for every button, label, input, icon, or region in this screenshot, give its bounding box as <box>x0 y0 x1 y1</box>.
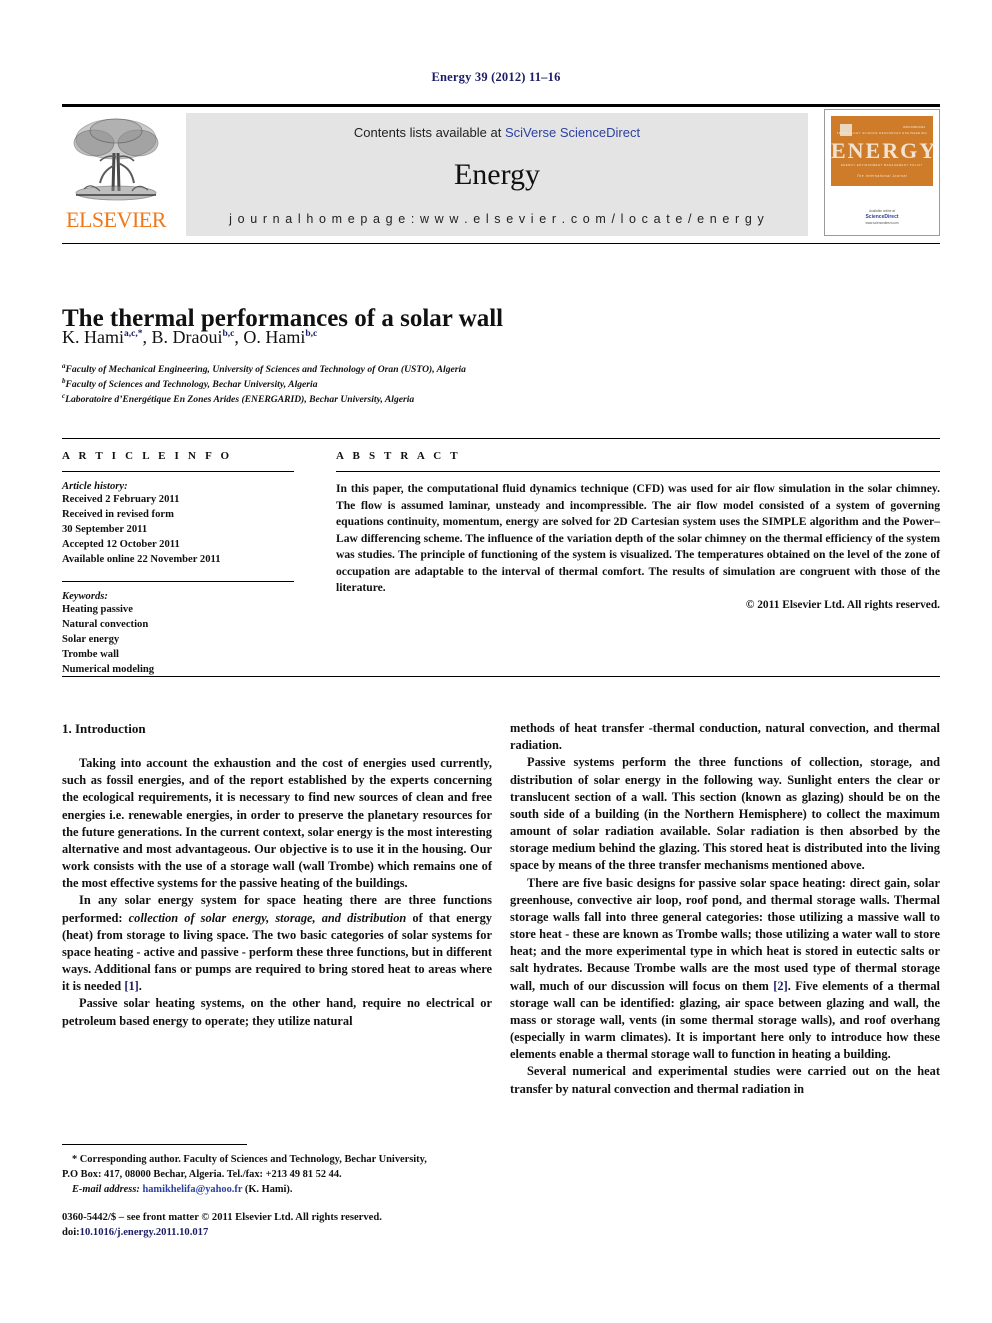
corresponding-author-footnote: * Corresponding author. Faculty of Scien… <box>62 1153 492 1197</box>
journal-homepage[interactable]: j o u r n a l h o m e p a g e : w w w . … <box>186 212 808 226</box>
colophon: 0360-5442/$ – see front matter © 2011 El… <box>62 1210 522 1241</box>
author-affil-marker[interactable]: b,c <box>305 329 317 339</box>
article-history-item: Received in revised form <box>62 509 174 521</box>
journal-title: Energy <box>453 158 541 191</box>
abstract-column: A B S T R A C T In this paper, the compu… <box>336 450 940 611</box>
cover-tagline: The International Journal <box>856 174 908 178</box>
front-matter-line: 0360-5442/$ – see front matter © 2011 El… <box>62 1212 382 1223</box>
cover-sciencedirect-logo: ScienceDirect <box>865 213 899 220</box>
affiliation-text: Faculty of Sciences and Technology, Bech… <box>65 378 318 390</box>
cover-mid-row: ENERGY ENVIRONMENT MANAGEMENT POLICY <box>841 164 923 167</box>
paragraph-emphasis: collection of solar energy, storage, and… <box>128 910 407 925</box>
masthead-top-rule <box>62 104 940 107</box>
journal-cover-thumbnail[interactable]: ISSN 0360-5442 TECHNOLOGY SCIENCE RESOUR… <box>824 109 940 236</box>
doi-link[interactable]: 10.1016/j.energy.2011.10.017 <box>80 1227 209 1238</box>
affiliation-item: cLaboratoire d’Energétique En Zones Arid… <box>62 392 762 407</box>
abstract-heading: A B S T R A C T <box>336 450 461 462</box>
cover-issn: ISSN 0360-5442 <box>902 125 925 129</box>
author-list: K. Hamia,c,*, B. Draouib,c, O. Hamib,c <box>62 327 762 348</box>
doi-line: doi:10.1016/j.energy.2011.10.017 <box>62 1225 522 1240</box>
affiliation-item: bFaculty of Sciences and Technology, Bec… <box>62 377 762 392</box>
article-info-column: A R T I C L E I N F O Article history: R… <box>62 450 294 677</box>
contents-available-line: Contents lists available at SciVerse Sci… <box>186 125 808 140</box>
author-name: O. Hami <box>243 327 306 347</box>
cover-footer: Available online at ScienceDirect www.sc… <box>825 209 939 226</box>
paragraph: There are five basic designs for passive… <box>510 875 940 1064</box>
article-history-label: Article history: <box>62 481 128 492</box>
footnote-line: * Corresponding author. Faculty of Scien… <box>72 1154 427 1165</box>
affiliation-text: Laboratoire d’Energétique En Zones Aride… <box>65 393 415 405</box>
cover-url: www.sciencedirect.com <box>865 221 899 226</box>
article-history-item: Accepted 12 October 2011 <box>62 539 180 551</box>
info-top-rule <box>62 438 940 439</box>
article-history-item: 30 September 2011 <box>62 524 148 536</box>
cover-top-row: TECHNOLOGY SCIENCE RESOURCES ENGINEERING <box>836 132 928 135</box>
author-affil-marker[interactable]: a,c,* <box>124 329 142 339</box>
footnote-email-line: E-mail address: hamikhelifa@yahoo.fr (K.… <box>62 1183 492 1198</box>
email-link[interactable]: hamikhelifa@yahoo.fr <box>142 1184 242 1195</box>
body-column-left: 1. Introduction Taking into account the … <box>62 720 492 1030</box>
cover-orange-band: ISSN 0360-5442 TECHNOLOGY SCIENCE RESOUR… <box>831 116 938 186</box>
journal-masthead: ELSEVIER Contents lists available at Sci… <box>62 104 940 236</box>
elsevier-wordmark: ELSEVIER <box>66 207 166 232</box>
body-column-right: methods of heat transfer -thermal conduc… <box>510 720 940 1098</box>
author-name: K. Hami <box>62 327 124 347</box>
affiliation-item: aFaculty of Mechanical Engineering, Univ… <box>62 362 762 377</box>
paragraph: Taking into account the exhaustion and t… <box>62 756 492 891</box>
affiliation-list: aFaculty of Mechanical Engineering, Univ… <box>62 362 762 406</box>
keyword-item: Heating passive <box>62 604 133 616</box>
keyword-item: Solar energy <box>62 634 120 646</box>
footnote-line: P.O Box: 417, 08000 Bechar, Algeria. Tel… <box>62 1168 342 1180</box>
article-history-item: Available online 22 November 2011 <box>62 554 221 566</box>
elsevier-logo: ELSEVIER <box>62 113 170 236</box>
author-affil-marker[interactable]: b,c <box>222 329 234 339</box>
keyword-item: Trombe wall <box>62 649 119 661</box>
keyword-item: Natural convection <box>62 619 149 631</box>
keywords-rule <box>62 581 294 583</box>
citation-link[interactable]: [2] <box>773 979 787 993</box>
article-info-rule <box>62 471 294 472</box>
cover-title: ENERGY <box>831 138 938 163</box>
sciencedirect-link[interactable]: SciVerse ScienceDirect <box>505 125 640 140</box>
email-label: E-mail address: <box>72 1183 140 1195</box>
paragraph: Passive solar heating systems, on the ot… <box>62 996 492 1028</box>
author-name: B. Draoui <box>151 327 223 347</box>
email-suffix: (K. Hami). <box>242 1183 293 1195</box>
abstract-text: In this paper, the computational fluid d… <box>336 482 940 595</box>
paragraph: Several numerical and experimental studi… <box>510 1064 940 1096</box>
paragraph-part: . <box>138 979 142 994</box>
abstract-rule <box>336 471 940 472</box>
keywords-label: Keywords: <box>62 591 108 603</box>
author-separator: , <box>234 327 244 347</box>
doi-label: doi: <box>62 1227 80 1239</box>
paragraph: Passive systems perform the three functi… <box>510 755 940 873</box>
article-history-item: Received 2 February 2011 <box>62 494 180 505</box>
journal-band: Contents lists available at SciVerse Sci… <box>186 113 808 236</box>
journal-article-page: Energy 39 (2012) 11–16 ELSEVIER Contents… <box>0 0 992 1323</box>
section-heading-introduction: 1. Introduction <box>62 721 146 736</box>
contents-prefix: Contents lists available at <box>353 125 505 140</box>
info-bottom-rule <box>62 676 940 677</box>
masthead-bottom-rule <box>62 243 940 244</box>
abstract-copyright: © 2011 Elsevier Ltd. All rights reserved… <box>745 599 940 612</box>
elsevier-tree-icon <box>66 113 166 207</box>
article-info-heading: A R T I C L E I N F O <box>62 450 233 462</box>
affiliation-text: Faculty of Mechanical Engineering, Unive… <box>65 364 466 376</box>
paragraph: In any solar energy system for space hea… <box>62 892 492 995</box>
paragraph: methods of heat transfer -thermal conduc… <box>510 721 940 753</box>
citation-link[interactable]: [1] <box>124 979 138 993</box>
footnote-rule <box>62 1144 247 1145</box>
running-head: Energy 39 (2012) 11–16 <box>431 70 561 84</box>
paragraph-part: There are five basic designs for passive… <box>510 875 940 993</box>
